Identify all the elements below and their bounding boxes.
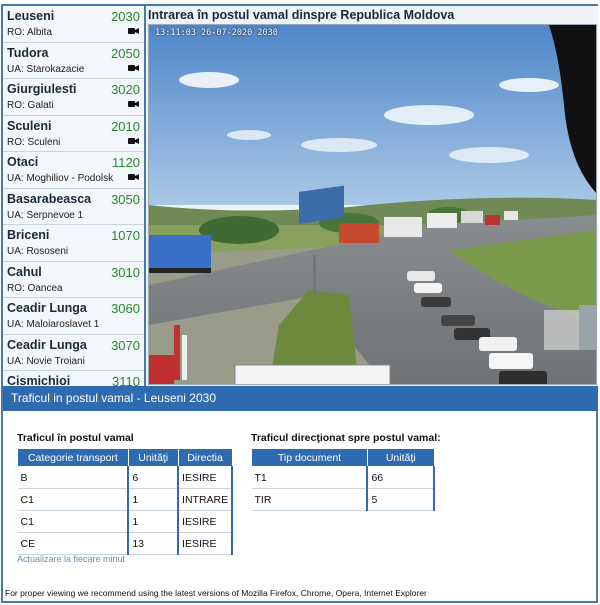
post-code: 3010 — [111, 264, 140, 280]
browser-recommendation-note: For proper viewing we recommend using th… — [5, 588, 427, 598]
post-item[interactable]: Basarabeasca 3050 UA: Serpnevoe 1 — [3, 188, 144, 225]
post-country: UA: Starokazacie — [7, 63, 85, 75]
post-name: Leuseni — [7, 9, 55, 23]
update-note: Actualizare la fiecare minut — [17, 554, 126, 564]
post-country: UA: Novie Troiani — [7, 355, 85, 367]
table-cell: IESIRE — [178, 466, 233, 489]
post-code: 3020 — [111, 82, 140, 97]
post-name: Ceadir Lunga — [7, 301, 87, 315]
camera-timestamp: 13:11:03 26-07-2020 2030 — [155, 28, 278, 38]
post-item[interactable]: Ceadir Lunga 3060 UA: Maloiaroslavet 1 — [3, 298, 144, 335]
post-country: RO: Galati — [7, 100, 54, 111]
post-country: UA: Serpnevoe 1 — [7, 209, 84, 221]
post-item[interactable]: Sculeni 2010 RO: Sculeni — [3, 115, 144, 152]
post-code: 2010 — [111, 118, 140, 134]
table-cell: 1 — [128, 488, 180, 511]
table-row: B 6 IESIRE — [17, 466, 233, 489]
table-row: T1 66 — [251, 466, 435, 489]
table-cell: IESIRE — [178, 532, 233, 555]
post-item[interactable]: Ceadir Lunga 3070 UA: Novie Troiani — [3, 334, 144, 371]
column-header: Categorie transport — [17, 448, 129, 467]
post-country: RO: Albita — [7, 27, 53, 38]
post-item[interactable]: Briceni 1070 UA: Rososeni — [3, 225, 144, 262]
table-cell: T1 — [251, 466, 369, 489]
post-name: Ceadir Lunga — [7, 337, 87, 352]
post-item[interactable]: Leuseni 2030 RO: Albita — [3, 6, 144, 43]
post-name: Cahul — [7, 264, 42, 279]
camera-image: 13:11:03 26-07-2020 2030 — [148, 24, 597, 385]
column-header: Directia — [177, 448, 233, 467]
post-code: 2030 — [111, 9, 140, 24]
table-cell: INTRARE — [178, 488, 233, 511]
table-row: C1 1 INTRARE — [17, 488, 233, 511]
post-item[interactable]: Cahul 3010 RO: Oancea — [3, 261, 144, 298]
post-code: 2050 — [111, 45, 140, 61]
table-row: TIR 5 — [251, 488, 435, 511]
table-cell: B — [17, 466, 130, 489]
table-cell: 13 — [128, 532, 180, 555]
post-country: UA: Maloiaroslavet 1 — [7, 319, 100, 330]
video-camera-icon[interactable] — [128, 64, 139, 72]
camera-panel: Intrarea în postul vamal dinspre Republi… — [146, 6, 598, 386]
traffic-directed-table: Tip document Unităţi T1 66 TIR 5 — [251, 448, 435, 511]
table-cell: C1 — [17, 510, 130, 533]
post-country: UA: Moghiliov - Podolsk — [7, 173, 114, 184]
post-name: Giurgiulesti — [7, 82, 77, 96]
traffic-title-bar: Traficul in postul vamal - Leuseni 2030 — [3, 386, 598, 411]
post-country: RO: Sculeni — [7, 136, 61, 148]
traffic-in-table: Categorie transport Unităţi Directia B 6 IES… — [17, 448, 233, 555]
customs-post-list[interactable]: Leuseni 2030 RO: Albita Tudora 2050 UA: Staro… — [3, 6, 146, 386]
post-item[interactable]: Giurgiulesti 3020 RO: Galati — [3, 79, 144, 116]
post-item[interactable]: Otaci 1120 UA: Moghiliov - Podolsk — [3, 152, 144, 189]
video-camera-icon[interactable] — [128, 137, 139, 145]
post-code: 3110 — [112, 374, 140, 386]
post-name: Tudora — [7, 45, 49, 60]
post-code: 1120 — [112, 155, 140, 170]
table-cell: IESIRE — [178, 510, 233, 533]
post-name: Basarabeasca — [7, 191, 92, 206]
table-row: CE 13 IESIRE — [17, 532, 233, 555]
video-camera-icon[interactable] — [128, 27, 139, 35]
post-code: 3060 — [111, 301, 140, 316]
table-cell: 1 — [128, 510, 180, 533]
post-name: Briceni — [7, 228, 50, 242]
table-row: C1 1 IESIRE — [17, 510, 233, 533]
table-cell: 66 — [367, 466, 435, 489]
table-cell: C1 — [17, 488, 130, 511]
traffic-directed-title: Traficul direcţionat spre postul vamal: — [251, 432, 441, 444]
post-code: 3070 — [111, 337, 140, 353]
post-code: 3050 — [111, 191, 140, 207]
video-camera-icon[interactable] — [128, 100, 139, 108]
post-country: UA: Rososeni — [7, 246, 69, 257]
column-header: Unităţi — [127, 448, 179, 467]
post-name: Cismichioi — [7, 374, 71, 386]
column-header: Tip document — [251, 448, 368, 467]
table-cell: 6 — [128, 466, 180, 489]
camera-title: Intrarea în postul vamal dinspre Republi… — [148, 8, 455, 22]
table-cell: 5 — [367, 488, 435, 511]
post-name: Otaci — [7, 155, 39, 169]
post-code: 1070 — [111, 228, 140, 243]
table-cell: TIR — [251, 488, 369, 511]
post-item[interactable]: Tudora 2050 UA: Starokazacie — [3, 42, 144, 79]
post-item[interactable]: Cismichioi 3110 — [3, 371, 144, 386]
post-country: RO: Oancea — [7, 282, 63, 294]
page-frame: Leuseni 2030 RO: Albita Tudora 2050 UA: Staro… — [1, 4, 598, 603]
table-cell: CE — [17, 532, 130, 555]
video-camera-icon[interactable] — [128, 173, 139, 181]
traffic-in-title: Traficul în postul vamal — [17, 432, 134, 444]
post-name: Sculeni — [7, 118, 52, 133]
column-header: Unităţi — [366, 448, 435, 467]
